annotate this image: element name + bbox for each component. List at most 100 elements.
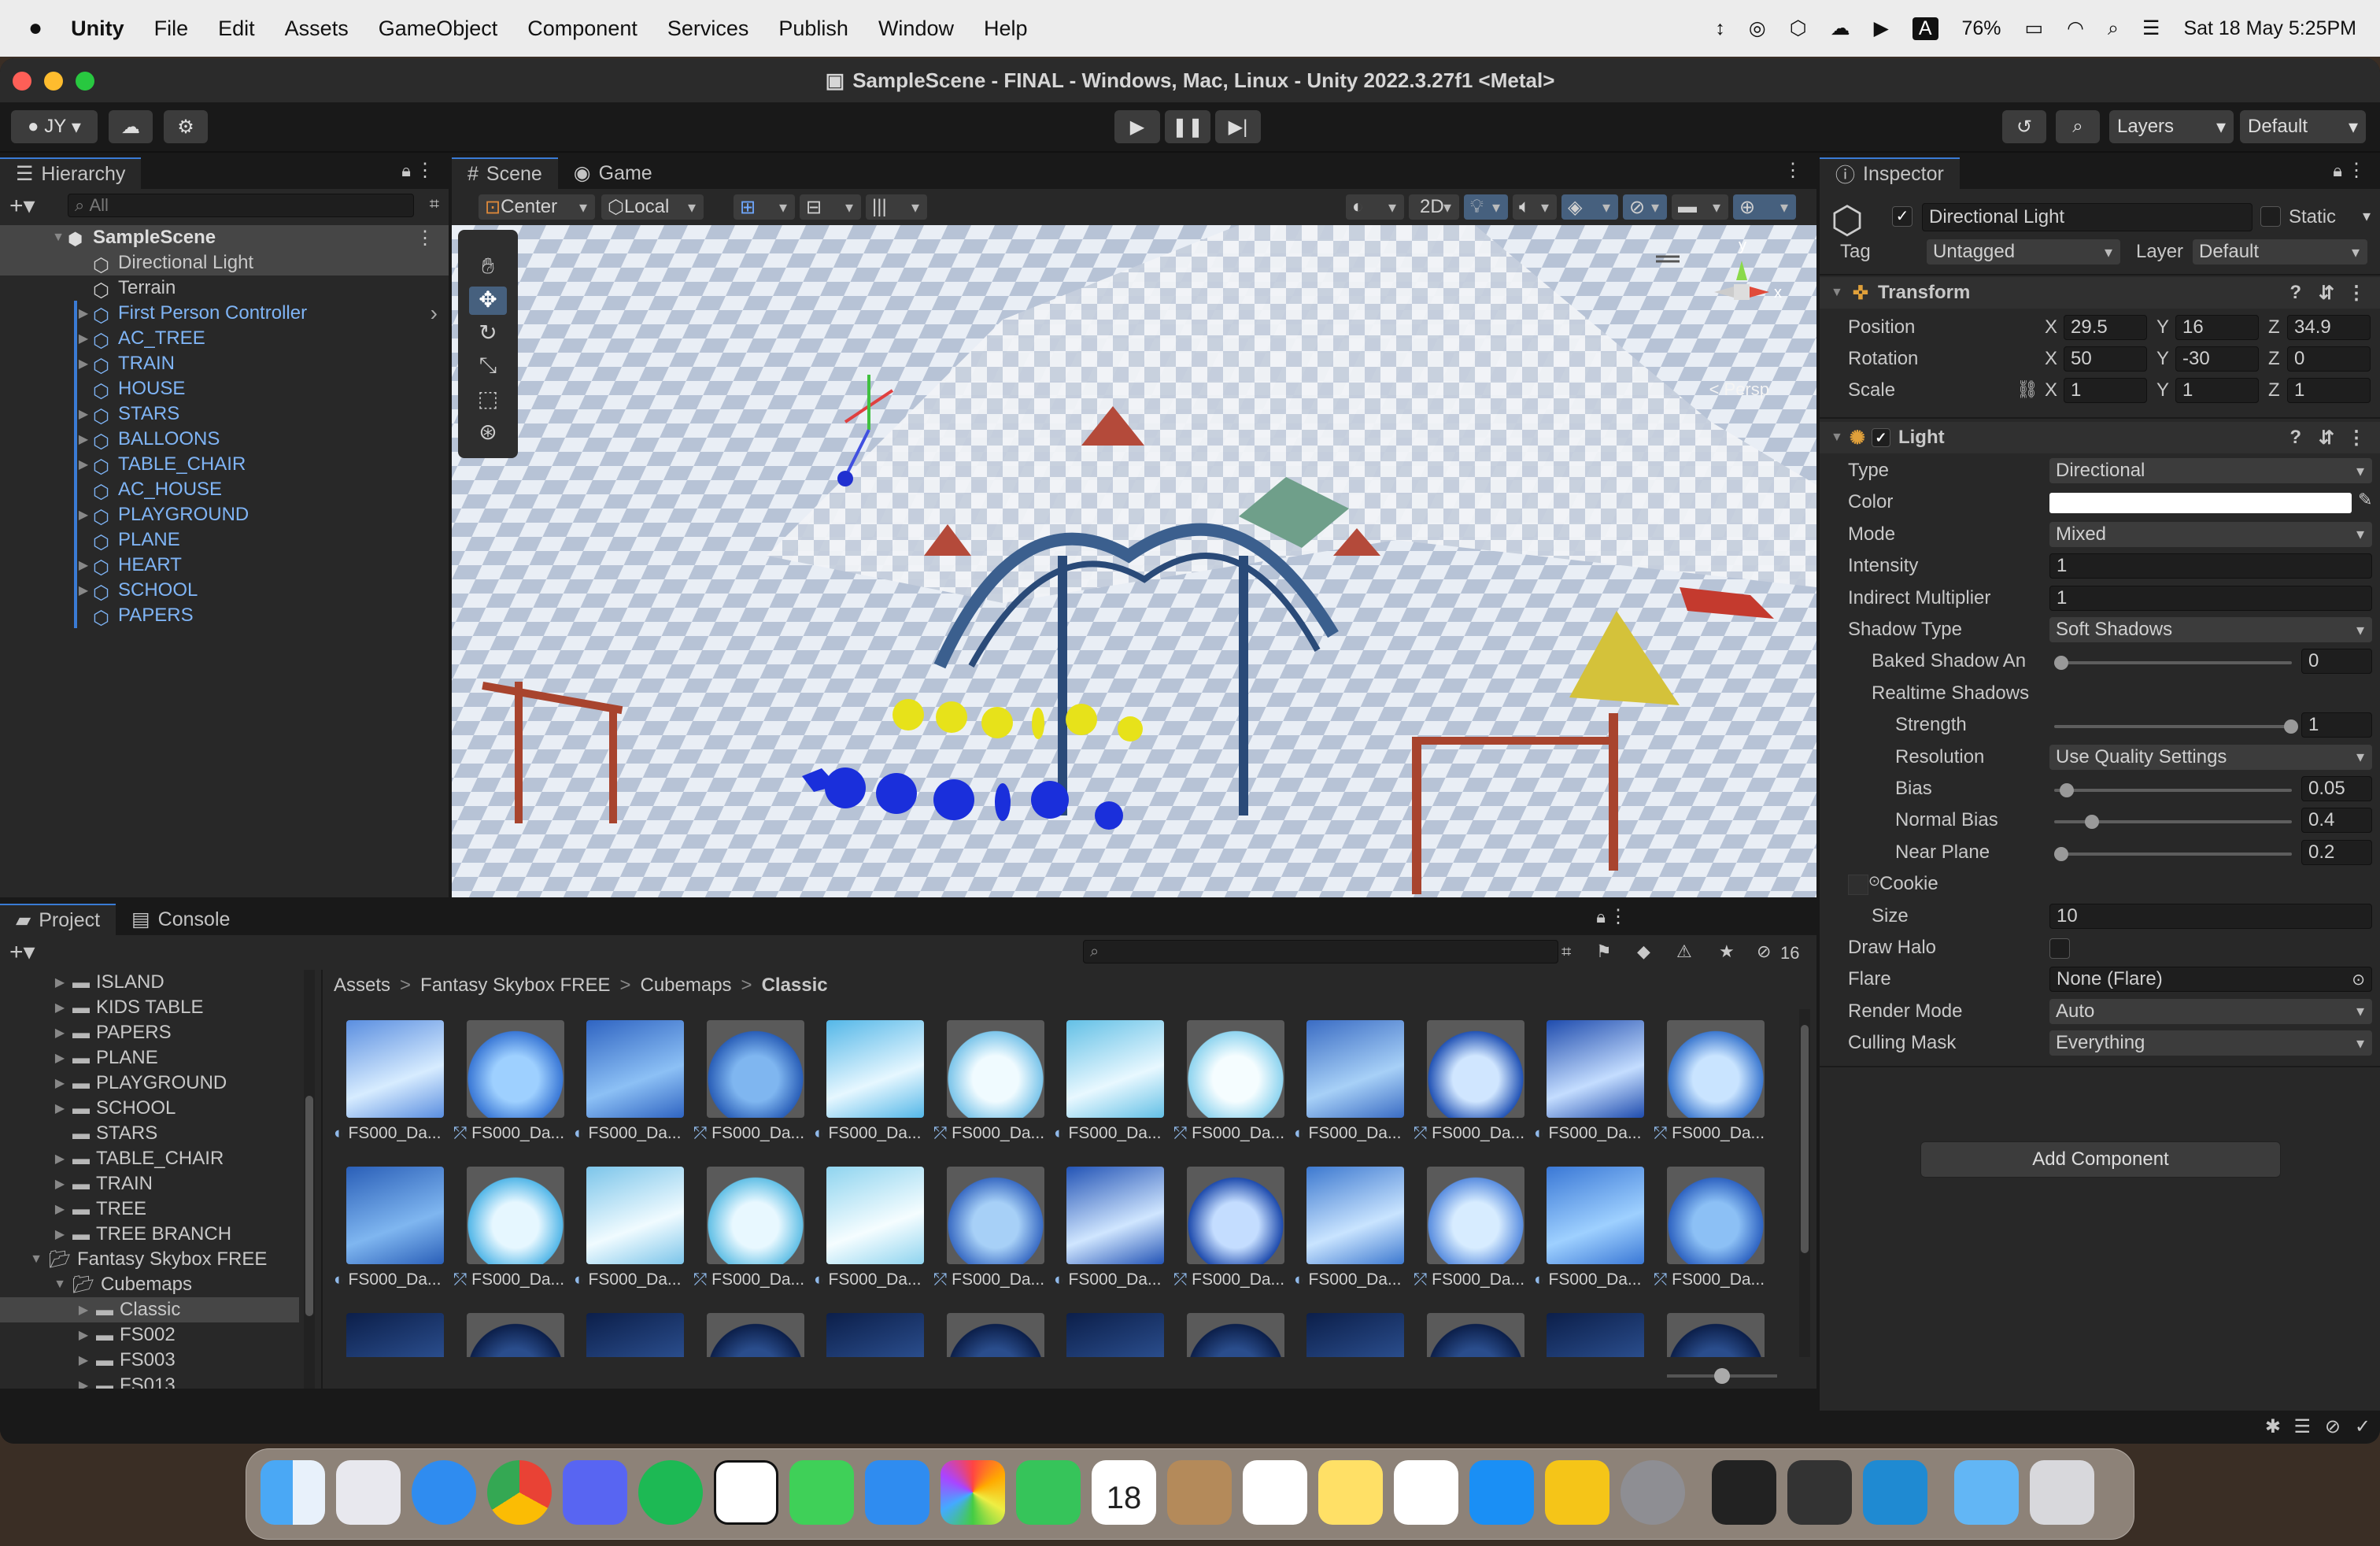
asset-item[interactable]: ◐ FS000_Da... bbox=[334, 1167, 444, 1300]
add-plus-icon[interactable]: +▾ bbox=[9, 192, 35, 220]
menu-assets[interactable]: Assets bbox=[285, 17, 349, 41]
menu-edit[interactable]: Edit bbox=[218, 17, 255, 41]
slider-track[interactable] bbox=[2054, 846, 2292, 861]
preset-icon[interactable]: ⇵ bbox=[2319, 282, 2334, 305]
hidden-objects-toggle[interactable]: ⊘ bbox=[1623, 194, 1667, 220]
app-menu[interactable]: Unity bbox=[71, 17, 124, 41]
close-window-button[interactable] bbox=[13, 72, 31, 91]
asset-item[interactable] bbox=[1414, 1313, 1524, 1357]
light-prop-dropdown[interactable]: Directional bbox=[2049, 458, 2372, 483]
asset-item[interactable]: ⤱ FS000_Da... bbox=[934, 1020, 1044, 1154]
hierarchy-item[interactable]: ▶ ⬡ STARS bbox=[0, 401, 449, 427]
asset-item[interactable]: ◐ FS000_Da... bbox=[1054, 1020, 1164, 1154]
notion-icon[interactable] bbox=[714, 1460, 778, 1525]
kebab-menu-icon[interactable]: ⋮ bbox=[2347, 159, 2366, 182]
expand-triangle-icon[interactable]: ▶ bbox=[50, 1100, 69, 1116]
asset-item[interactable]: ⤱ FS000_Da... bbox=[934, 1167, 1044, 1300]
asset-item[interactable] bbox=[1054, 1313, 1164, 1357]
search-options-icon[interactable]: ⌗ bbox=[430, 194, 439, 214]
contacts-icon[interactable] bbox=[1167, 1460, 1232, 1525]
light-prop-dropdown[interactable]: Auto bbox=[2049, 998, 2372, 1024]
asset-item[interactable]: ◐ FS000_Da... bbox=[334, 1020, 444, 1154]
app-store-icon[interactable] bbox=[1469, 1460, 1534, 1525]
breadcrumb-item[interactable]: Assets bbox=[334, 975, 390, 997]
project-folder-row[interactable]: ▶ ▬ PLANE bbox=[0, 1045, 299, 1071]
slider-value-field[interactable]: 0.05 bbox=[2301, 776, 2372, 801]
kebab-menu-icon[interactable]: ⋮ bbox=[2347, 427, 2366, 449]
tab-hierarchy[interactable]: ☰ Hierarchy bbox=[0, 157, 142, 189]
light-prop-field[interactable]: 1 bbox=[2049, 585, 2372, 611]
asset-item[interactable]: ◐ FS000_Da... bbox=[1534, 1167, 1644, 1300]
hierarchy-item[interactable]: ⬡ AC_HOUSE bbox=[0, 477, 449, 503]
scene-viewport[interactable]: ✋︎ ✥ ↻ ⤡ ⬚ ⊛ y x < Persp bbox=[452, 225, 1816, 897]
asset-item[interactable]: ◐ FS000_Da... bbox=[814, 1167, 924, 1300]
cookie-texture-slot[interactable] bbox=[1848, 875, 1868, 896]
project-folder-row[interactable]: ▶ ▬ TABLE_CHAIR bbox=[0, 1146, 299, 1171]
menu-help[interactable]: Help bbox=[984, 17, 1028, 41]
apple-icon[interactable]: ● bbox=[28, 15, 42, 42]
move-tool-icon[interactable]: ✥ bbox=[469, 287, 507, 315]
clock[interactable]: Sat 18 May 5:25PM bbox=[2183, 17, 2356, 40]
scale-x-field[interactable]: 1 bbox=[2064, 378, 2147, 403]
collab-button[interactable]: ⚙ bbox=[164, 110, 208, 143]
pivot-dropdown[interactable]: ⊡ Center bbox=[479, 194, 595, 220]
expand-triangle-icon[interactable]: ▶ bbox=[50, 1050, 69, 1066]
creative-cloud-icon[interactable]: ◎ bbox=[1749, 17, 1766, 40]
lighting-toggle[interactable]: 💡︎ bbox=[1464, 194, 1508, 220]
expand-triangle-icon[interactable]: ▶ bbox=[50, 1226, 69, 1242]
light-prop-dropdown[interactable]: Soft Shadows bbox=[2049, 617, 2372, 642]
rotate-tool-icon[interactable]: ↻ bbox=[469, 320, 507, 348]
slider-value-field[interactable]: 0.2 bbox=[2301, 839, 2372, 865]
asset-item[interactable] bbox=[1294, 1313, 1404, 1357]
expand-triangle-icon[interactable]: ▶ bbox=[74, 1302, 93, 1318]
asset-item[interactable]: ⤱ FS000_Da... bbox=[1174, 1167, 1284, 1300]
grid-scrollbar[interactable] bbox=[1799, 1009, 1810, 1357]
tab-inspector[interactable]: ⓘ Inspector bbox=[1820, 157, 1960, 189]
asset-item[interactable]: ⤱ FS000_Da... bbox=[694, 1167, 804, 1300]
unity-hub-icon[interactable] bbox=[1712, 1460, 1776, 1525]
safari-icon[interactable] bbox=[412, 1460, 476, 1525]
cookie-picker-icon[interactable]: ⊙ bbox=[1868, 873, 1880, 890]
reminders-icon[interactable] bbox=[1243, 1460, 1307, 1525]
static-dropdown-arrow[interactable]: ▾ bbox=[2363, 206, 2371, 226]
asset-item[interactable]: ◐ FS000_Da... bbox=[1294, 1020, 1404, 1154]
search-button[interactable]: ⌕ bbox=[2056, 110, 2100, 143]
project-folder-row[interactable]: ▶ ▬ FS003 bbox=[0, 1348, 299, 1373]
grid-snap-dropdown[interactable]: ⊞ bbox=[734, 194, 795, 220]
asset-item[interactable]: ◐ FS000_Da... bbox=[814, 1020, 924, 1154]
project-folder-row[interactable]: ▶ ▬ PLAYGROUND bbox=[0, 1071, 299, 1096]
project-folder-row[interactable]: ▶ ▬ TREE BRANCH bbox=[0, 1222, 299, 1247]
unity-editor-icon[interactable] bbox=[1787, 1460, 1852, 1525]
hand-tool-icon[interactable]: ✋︎ bbox=[469, 253, 507, 282]
transform-tool-icon[interactable]: ⊛ bbox=[469, 419, 507, 447]
hierarchy-item[interactable]: ▶ ⬡ SCHOOL bbox=[0, 578, 449, 604]
hierarchy-item[interactable]: ▶ ⬡ BALLOONS bbox=[0, 427, 449, 453]
project-folder-row[interactable]: ▼ 📂︎ Fantasy Skybox FREE bbox=[0, 1247, 299, 1272]
spotlight-search-icon[interactable]: ⌕ bbox=[2108, 17, 2119, 40]
scale-z-field[interactable]: 1 bbox=[2287, 378, 2371, 403]
constrain-link-icon[interactable]: ⛓ bbox=[2016, 379, 2038, 400]
expand-triangle-icon[interactable]: ▶ bbox=[74, 1327, 93, 1343]
open-prefab-arrow-icon[interactable]: › bbox=[431, 301, 438, 326]
asset-item[interactable]: ⤱ FS000_Da... bbox=[1414, 1020, 1524, 1154]
launchpad-icon[interactable] bbox=[336, 1460, 401, 1525]
project-folder-row[interactable]: ▶ ▬ PAPERS bbox=[0, 1020, 299, 1045]
light-prop-dropdown[interactable]: Use Quality Settings bbox=[2049, 744, 2372, 770]
asset-item[interactable] bbox=[814, 1313, 924, 1357]
project-folder-row[interactable]: ▶ ▬ SCHOOL bbox=[0, 1096, 299, 1121]
active-checkbox[interactable]: ✓ bbox=[1892, 206, 1913, 227]
toggle-2d-button[interactable]: 2D bbox=[1409, 194, 1459, 220]
warning-icon[interactable]: ⚠ bbox=[1676, 941, 1692, 962]
chrome-icon[interactable] bbox=[487, 1460, 552, 1525]
layers-dropdown[interactable]: Layers ▾ bbox=[2109, 110, 2234, 143]
collapse-triangle-icon[interactable]: ▼ bbox=[49, 231, 68, 245]
project-search-input[interactable]: ⌕ bbox=[1083, 940, 1558, 963]
object-name-field[interactable]: Directional Light bbox=[1922, 203, 2252, 231]
slider-knob[interactable] bbox=[2284, 719, 2298, 734]
shading-mode-dropdown[interactable]: ◐ bbox=[1346, 194, 1404, 220]
cloud-button[interactable]: ☁ bbox=[109, 110, 153, 143]
hierarchy-item[interactable]: ⬡ Terrain bbox=[0, 276, 449, 301]
help-icon[interactable]: ? bbox=[2289, 282, 2301, 304]
gizmos-dropdown[interactable]: ⊕ bbox=[1733, 194, 1796, 220]
slider-track[interactable] bbox=[2054, 719, 2298, 734]
